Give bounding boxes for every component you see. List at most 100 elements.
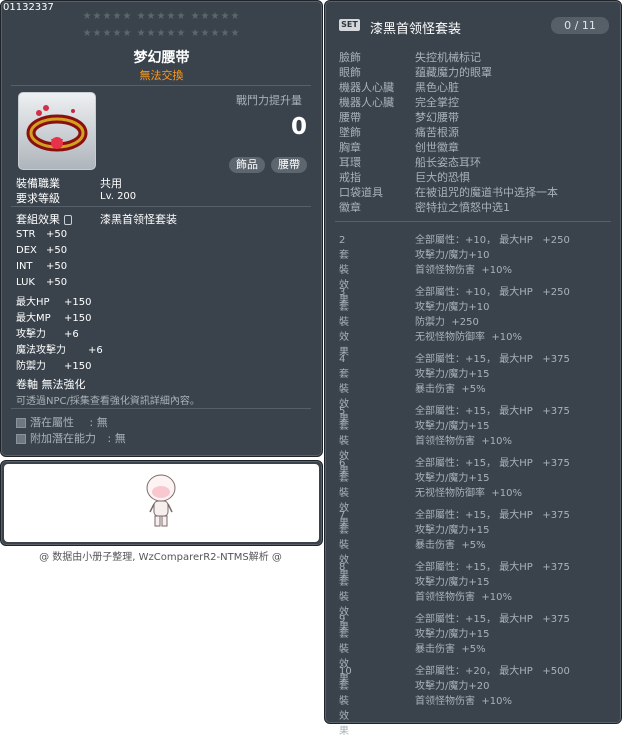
credit-footer: @ 数据由小册子整理, WzComparerR2-NTMS解析 @ (39, 552, 282, 563)
set-count: 0 / 11 (551, 17, 609, 34)
set-effect-line: 暴击伤害 +5% (415, 644, 486, 655)
lock-icon (63, 215, 72, 225)
set-effect-line: 暴击伤害 +5% (415, 384, 486, 395)
set-effect-line: 攻擊力/魔力+10 (415, 302, 490, 313)
stat-name: 最大MP (16, 313, 51, 324)
set-part-name: 蕴藏魔力的眼罩 (415, 66, 492, 79)
set-part-name: 创世徽章 (415, 141, 459, 154)
stat-row-luk: LUK +50 (16, 277, 103, 293)
power-value: 0 (291, 114, 308, 140)
set-tooltip-panel: SET 漆黑首领怪套装 0 / 11 臉飾 失控机械标记 眼飾 蕴藏魔力的眼罩 機器… (324, 0, 622, 737)
set-part-slot: 耳環 (339, 156, 361, 169)
set-effect-line: 首领怪物伤害 +10% (415, 265, 512, 276)
set-effect-line: 首领怪物伤害 +10% (415, 592, 512, 603)
set-part-slot: 胸章 (339, 141, 361, 154)
set-title: 漆黑首领怪套装 (370, 22, 462, 37)
set-part: 耳環 船长姿态耳环 (339, 155, 558, 170)
set-part-name: 巨大的恐惧 (415, 171, 470, 184)
set-effect-line: 全部屬性：+10， 最大HP +250 (415, 235, 570, 246)
item-name: 梦幻腰带 (133, 50, 190, 66)
potential-value: 無 (96, 416, 108, 429)
stat-row-defense: 防禦力 +150 (16, 357, 103, 373)
character-preview-panel (0, 460, 323, 546)
set-part: 胸章 创世徽章 (339, 140, 558, 155)
set-effect-lines: 全部屬性：+15， 最大HP +375 攻擊力/魔力+15 无视怪物防御率 +10% (415, 456, 570, 501)
stat-value: +50 (46, 261, 68, 272)
stat-value: +50 (46, 229, 68, 240)
level-label: 要求等級 (16, 192, 60, 205)
set-part-name: 失控机械标记 (415, 51, 481, 64)
set-effect-line: 攻擊力/魔力+15 (415, 473, 490, 484)
stat-name: 防禦力 (16, 361, 46, 372)
set-part-slot: 腰帶 (339, 111, 361, 124)
set-effect-line: 无视怪物防御率 +10% (415, 332, 522, 343)
set-part-slot: 徽章 (339, 201, 361, 214)
set-effect-line: 全部屬性：+15， 最大HP +375 (415, 562, 570, 573)
character-avatar-icon (146, 474, 176, 527)
bonus-potential-value: 無 (114, 432, 126, 445)
set-effect-line: 攻擊力/魔力+10 (415, 250, 490, 261)
star-force-row-1: ★★★★★ ★★★★★ ★★★★★ (82, 11, 241, 22)
stat-row-int: INT +50 (16, 261, 103, 277)
scroll-status: 卷軸 無法強化 (16, 378, 86, 391)
set-part: 臉飾 失控机械标记 (339, 50, 558, 65)
divider (11, 206, 311, 207)
npc-note: 可透過NPC/採集查看強化資訊詳細內容。 (16, 396, 200, 407)
category-tag-belt: 腰帶 (271, 157, 307, 173)
set-part: 徽章 密特拉之憤怒中选1 (339, 200, 558, 215)
job-value: 共用 (100, 177, 122, 190)
stat-row-attack: 攻擊力 +6 (16, 325, 103, 341)
set-part: 腰帶 梦幻腰带 (339, 110, 558, 125)
stat-row-magic-attack: 魔法攻擊力 +6 (16, 341, 103, 357)
set-effect-line: 攻擊力/魔力+15 (415, 525, 490, 536)
set-effect-label-text: 套組效果 (16, 213, 60, 226)
set-effect-line: 攻擊力/魔力+20 (415, 681, 490, 692)
set-effect-lines: 全部屬性：+10， 最大HP +250 攻擊力/魔力+10 首领怪物伤害 +10% (415, 233, 570, 278)
set-effect-line: 防禦力 +250 (415, 317, 479, 328)
set-part-slot: 戒指 (339, 171, 361, 184)
potential-icon (16, 418, 26, 428)
set-part: 機器人心臟 黑色心脏 (339, 80, 558, 95)
stat-value: +150 (64, 297, 92, 308)
set-part-slot: 眼飾 (339, 66, 361, 79)
set-effect-line: 攻擊力/魔力+15 (415, 629, 490, 640)
stat-value: +150 (64, 361, 92, 372)
stat-name: DEX (16, 245, 37, 256)
divider (11, 85, 311, 86)
bonus-potential-colon: : (107, 432, 112, 445)
stat-row-max-mp: 最大MP +150 (16, 309, 103, 325)
set-part: 墜飾 痛苦根源 (339, 125, 558, 140)
set-effect-line: 全部屬性：+15， 最大HP +375 (415, 406, 570, 417)
set-effect-lines: 全部屬性：+20， 最大HP +500 攻擊力/魔力+20 首领怪物伤害 +10% (415, 664, 570, 709)
set-effect-line: 全部屬性：+20， 最大HP +500 (415, 666, 570, 677)
set-effect-line: 攻擊力/魔力+15 (415, 577, 490, 588)
set-part-name: 在被诅咒的魔道书中选择一本 (415, 186, 558, 199)
potential-colon: : (89, 416, 94, 429)
set-effect-label: 10套裝效果 (339, 666, 352, 737)
category-tag-accessory: 飾品 (229, 157, 265, 173)
set-part: 口袋道具 在被诅咒的魔道书中选择一本 (339, 185, 558, 200)
stat-row-dex: DEX +50 (16, 245, 103, 261)
set-effect-line: 首领怪物伤害 +10% (415, 436, 512, 447)
potential-row: 潛在屬性 : 無 (16, 414, 108, 430)
set-part-name: 密特拉之憤怒中选1 (415, 201, 510, 214)
set-effect-line: 全部屬性：+10， 最大HP +250 (415, 287, 570, 298)
set-part-slot: 墜飾 (339, 126, 361, 139)
set-part-slot: 口袋道具 (339, 186, 383, 199)
bonus-potential-row: 附加潛在能力 : 無 (16, 430, 126, 446)
stat-value: +50 (46, 277, 68, 288)
set-effect-label: 套組效果 (16, 211, 72, 227)
set-effect-value: 漆黑首领怪套装 (100, 213, 177, 226)
set-part-slot: 臉飾 (339, 51, 361, 64)
set-part-list: 臉飾 失控机械标记 眼飾 蕴藏魔力的眼罩 機器人心臟 黑色心脏 機器人心臟 完全掌控 腰… (339, 50, 558, 215)
stat-value: +6 (64, 329, 79, 340)
set-part-slot: 機器人心臟 (339, 81, 394, 94)
set-effect-line: 全部屬性：+15， 最大HP +375 (415, 458, 570, 469)
set-part-name: 痛苦根源 (415, 126, 459, 139)
potential-label: 潛在屬性 (30, 416, 74, 429)
stat-list: STR +50 DEX +50 INT +50 LUK +50 最大HP +150 最大M… (16, 229, 103, 373)
job-label: 裝備職業 (16, 177, 60, 190)
set-effect-line: 攻擊力/魔力+15 (415, 369, 490, 380)
power-label: 戰鬥力提升量 (236, 94, 302, 107)
preview-canvas (4, 464, 319, 542)
